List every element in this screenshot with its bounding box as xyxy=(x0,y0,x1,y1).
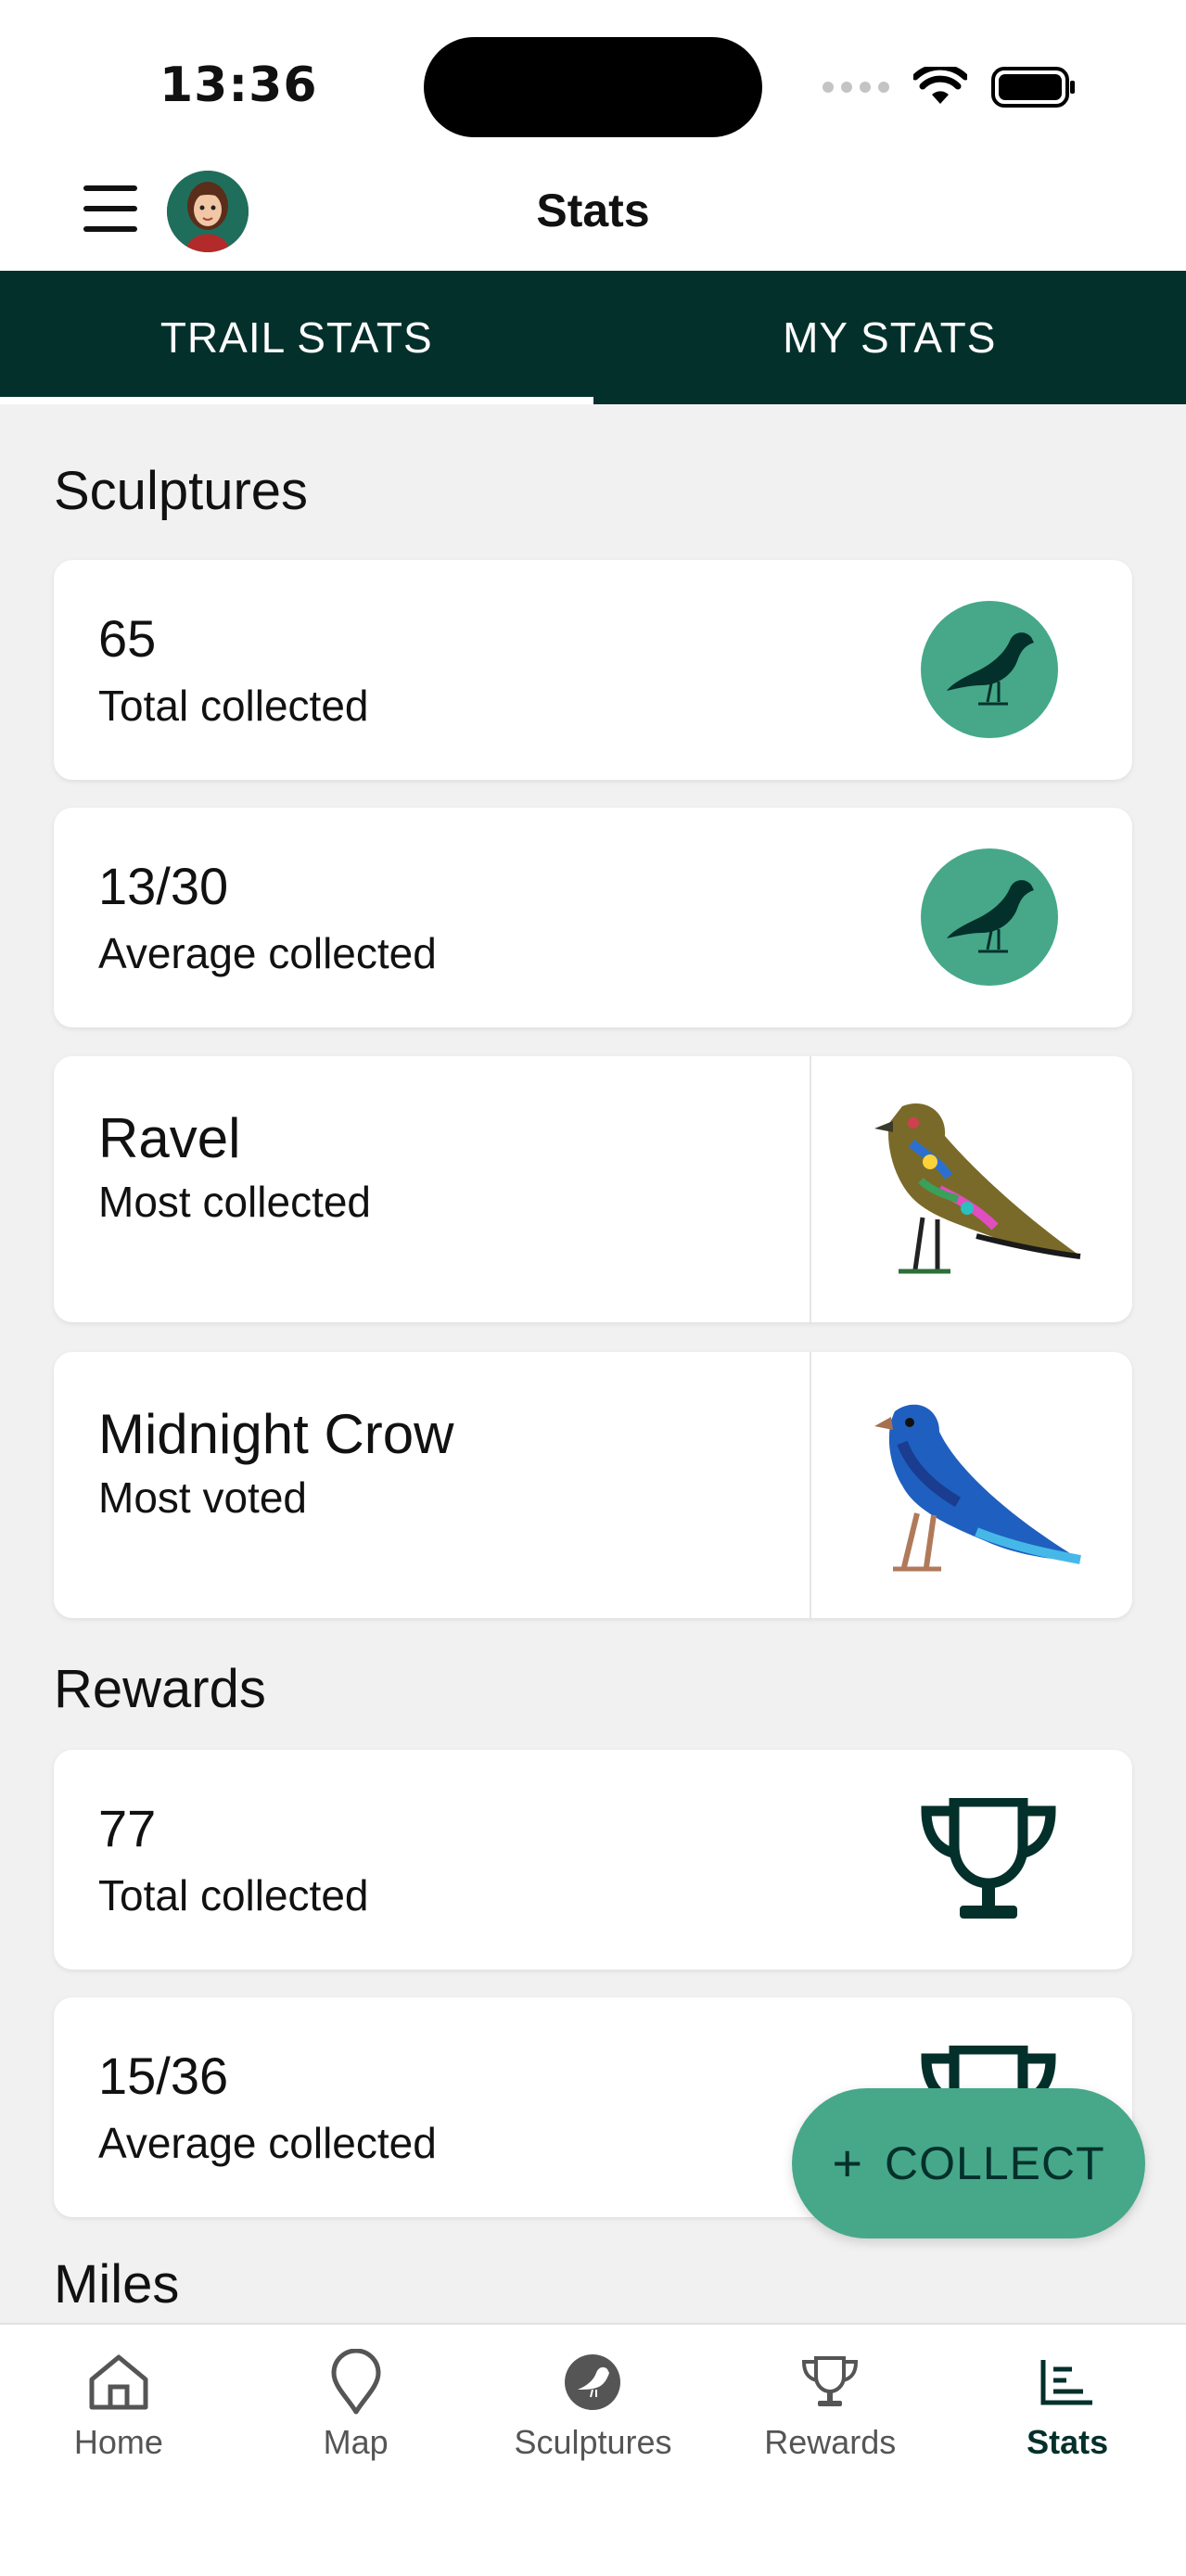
section-title-rewards: Rewards xyxy=(54,1659,266,1719)
bird-icon xyxy=(921,601,1058,738)
card-rewards-total[interactable]: 77 Total collected xyxy=(54,1750,1132,1970)
nav-item-home[interactable]: Home xyxy=(0,2325,237,2576)
card-sculptures-average[interactable]: 13/30 Average collected xyxy=(54,808,1132,1027)
card-label: Most voted xyxy=(98,1473,307,1522)
card-label: Average collected xyxy=(98,929,437,977)
section-title-sculptures: Sculptures xyxy=(54,461,309,521)
tab-bar: TRAIL STATS MY STATS xyxy=(0,271,1186,404)
card-value: 77 xyxy=(98,1799,157,1857)
card-label: Average collected xyxy=(98,2119,437,2167)
wifi-icon xyxy=(913,67,967,104)
status-time: 13:36 xyxy=(159,57,318,113)
nav-label: Home xyxy=(73,2423,163,2461)
midnight-crow-sculpture-image xyxy=(810,1352,1132,1618)
card-most-voted[interactable]: Midnight Crow Most voted xyxy=(54,1352,1132,1618)
dynamic-island xyxy=(424,37,762,137)
home-icon xyxy=(82,2345,156,2419)
card-label: Total collected xyxy=(98,682,369,730)
stats-icon xyxy=(1030,2345,1104,2419)
collect-button-label: COLLECT xyxy=(885,2137,1105,2189)
collect-button[interactable]: + COLLECT xyxy=(792,2088,1145,2238)
plus-icon: + xyxy=(832,2134,863,2192)
card-sculptures-total[interactable]: 65 Total collected xyxy=(54,560,1132,780)
section-title-miles: Miles xyxy=(54,2254,180,2315)
nav-label: Rewards xyxy=(764,2423,897,2461)
card-value: 65 xyxy=(98,609,157,668)
card-value: 13/30 xyxy=(98,857,229,915)
ravel-sculpture-image xyxy=(810,1056,1132,1322)
card-value: 15/36 xyxy=(98,2047,229,2105)
bottom-nav: Home Map Sculptures Rewards Stats xyxy=(0,2323,1186,2576)
tab-my-stats[interactable]: MY STATS xyxy=(593,271,1186,404)
app-header: Stats xyxy=(0,158,1186,271)
stats-screen: 13:36 Stats TRAIL STATS MY STATS Sculptu… xyxy=(0,0,1186,2576)
card-label: Most collected xyxy=(98,1178,372,1226)
card-most-collected[interactable]: Ravel Most collected xyxy=(54,1056,1132,1322)
nav-item-map[interactable]: Map xyxy=(237,2325,475,2576)
signal-icon xyxy=(823,82,889,93)
card-label: Total collected xyxy=(98,1871,369,1919)
status-icons xyxy=(823,67,1077,108)
battery-icon xyxy=(991,67,1075,108)
nav-label: Sculptures xyxy=(514,2423,672,2461)
card-value: Ravel xyxy=(98,1107,241,1169)
status-bar: 13:36 xyxy=(0,0,1186,158)
map-pin-icon xyxy=(319,2345,393,2419)
page-title: Stats xyxy=(536,185,650,236)
bird-icon xyxy=(555,2345,630,2419)
nav-label: Map xyxy=(323,2423,389,2461)
bird-icon xyxy=(921,848,1058,986)
nav-item-stats[interactable]: Stats xyxy=(949,2325,1186,2576)
tab-trail-stats[interactable]: TRAIL STATS xyxy=(0,271,593,404)
trophy-icon xyxy=(919,1791,1058,1930)
nav-label: Stats xyxy=(1027,2423,1109,2461)
card-value: Midnight Crow xyxy=(98,1403,454,1465)
trophy-icon xyxy=(793,2345,867,2419)
nav-item-rewards[interactable]: Rewards xyxy=(711,2325,949,2576)
nav-item-sculptures[interactable]: Sculptures xyxy=(475,2325,712,2576)
